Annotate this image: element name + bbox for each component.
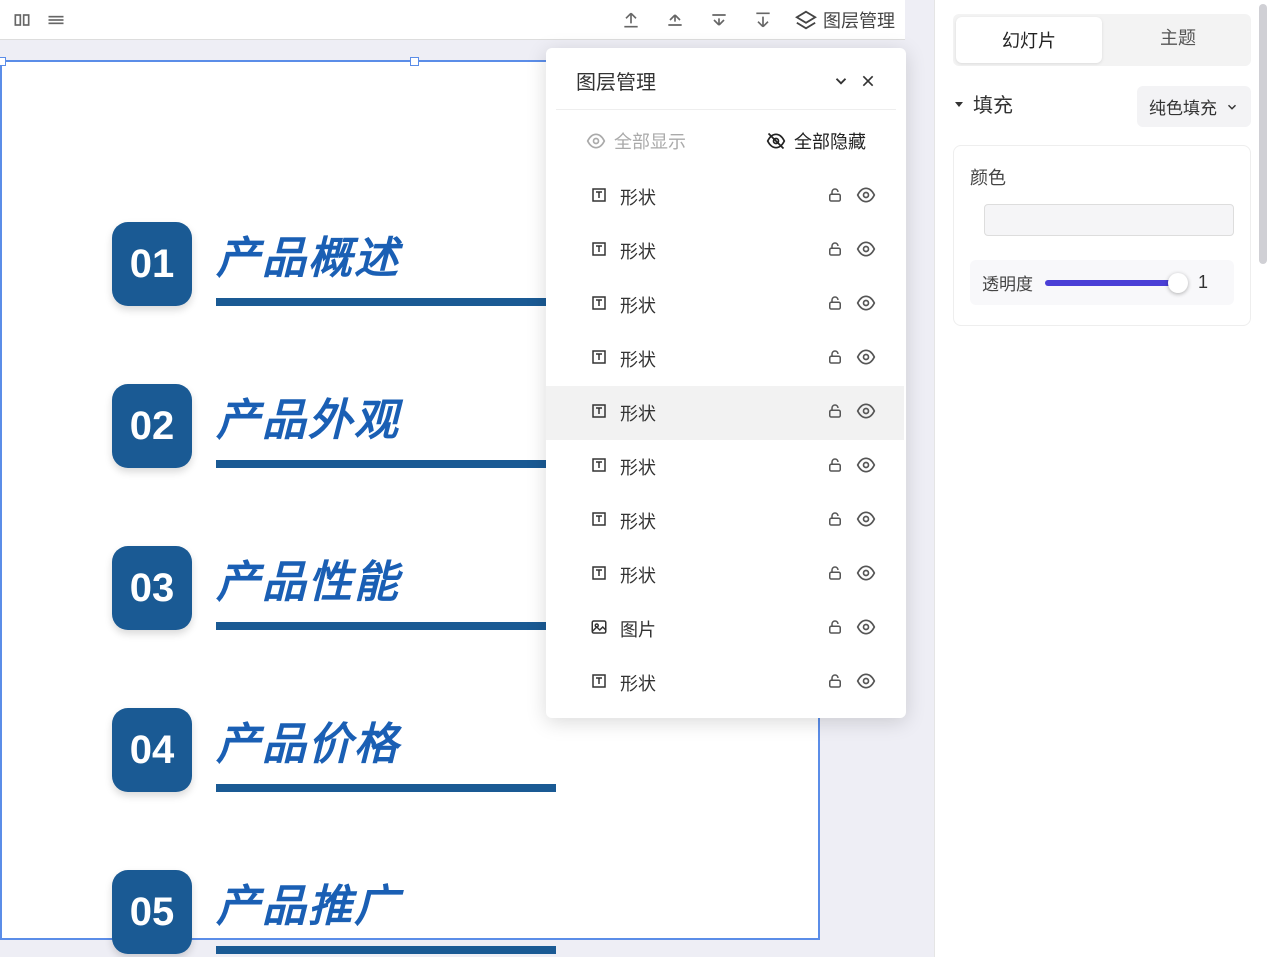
send-to-back-icon[interactable] [751, 8, 775, 32]
visibility-icon[interactable] [856, 455, 876, 480]
lock-icon[interactable] [826, 510, 844, 533]
image-icon [590, 618, 608, 641]
layer-row[interactable]: 形状 [546, 278, 904, 332]
show-all-label: 全部显示 [614, 128, 686, 154]
layer-label: 图片 [620, 616, 656, 642]
layer-list[interactable]: 形状 形状 形状 形状 [546, 170, 906, 710]
lock-icon[interactable] [826, 186, 844, 209]
visibility-icon[interactable] [856, 293, 876, 318]
lock-icon[interactable] [826, 294, 844, 317]
toc-title: 产品价格 [216, 708, 556, 772]
layer-management-label: 图层管理 [823, 7, 895, 33]
visibility-icon[interactable] [856, 401, 876, 426]
toc-title: 产品外观 [216, 384, 556, 448]
hide-all-label: 全部隐藏 [794, 128, 866, 154]
lock-icon[interactable] [826, 348, 844, 371]
shape-icon [590, 672, 608, 695]
close-icon[interactable] [860, 73, 876, 89]
visibility-icon[interactable] [856, 509, 876, 534]
toc-title: 产品性能 [216, 546, 556, 610]
layer-label: 形状 [620, 508, 656, 534]
toc-title: 产品概述 [216, 222, 556, 286]
toc-number: 01 [112, 222, 192, 306]
toc-underline [216, 946, 556, 954]
opacity-value: 1 [1198, 272, 1222, 293]
shape-icon [590, 510, 608, 533]
color-swatch[interactable] [984, 204, 1234, 236]
toc-underline [216, 460, 556, 468]
visibility-icon[interactable] [856, 671, 876, 696]
visibility-icon[interactable] [856, 617, 876, 642]
toc-item[interactable]: 05 产品推广 [112, 870, 818, 954]
layer-label: 形状 [620, 184, 656, 210]
visibility-icon[interactable] [856, 563, 876, 588]
shape-icon [590, 564, 608, 587]
toc-number: 04 [112, 708, 192, 792]
fill-section-title[interactable]: 填充 [953, 89, 1013, 118]
align-icon-1[interactable] [10, 8, 34, 32]
lock-icon[interactable] [826, 564, 844, 587]
bring-to-front-icon[interactable] [619, 8, 643, 32]
layer-management-button[interactable]: 图层管理 [795, 7, 895, 33]
shape-icon [590, 402, 608, 425]
toc-underline [216, 622, 556, 630]
shape-icon [590, 240, 608, 263]
toc-underline [216, 298, 556, 306]
visibility-icon[interactable] [856, 185, 876, 210]
opacity-slider-thumb[interactable] [1168, 273, 1188, 293]
layer-label: 形状 [620, 562, 656, 588]
toc-item[interactable]: 04 产品价格 [112, 708, 818, 792]
lock-icon[interactable] [826, 456, 844, 479]
shape-icon [590, 294, 608, 317]
layer-label: 形状 [620, 238, 656, 264]
tab-theme[interactable]: 主题 [1105, 14, 1251, 66]
fill-type-dropdown[interactable]: 纯色填充 [1137, 86, 1251, 127]
layer-label: 形状 [620, 346, 656, 372]
shape-icon [590, 348, 608, 371]
collapse-icon[interactable] [832, 72, 850, 90]
right-scrollbar[interactable] [1259, 4, 1267, 952]
opacity-slider[interactable] [1045, 280, 1186, 286]
bring-forward-icon[interactable] [663, 8, 687, 32]
layer-row[interactable]: 形状 [546, 224, 904, 278]
layer-label: 形状 [620, 454, 656, 480]
toc-number: 05 [112, 870, 192, 954]
lock-icon[interactable] [826, 402, 844, 425]
align-icon-2[interactable] [44, 8, 68, 32]
layer-row[interactable]: 图片 [546, 602, 904, 656]
layer-label: 形状 [620, 670, 656, 696]
toc-number: 02 [112, 384, 192, 468]
layer-row[interactable]: 形状 [546, 170, 904, 224]
layer-panel: 图层管理 全部显示 全部隐藏 形状 形状 [546, 48, 906, 718]
lock-icon[interactable] [826, 672, 844, 695]
toc-title: 产品推广 [216, 870, 556, 934]
show-all-button[interactable]: 全部显示 [546, 122, 726, 160]
color-label: 颜色 [970, 164, 1234, 190]
layer-row[interactable]: 形状 [546, 548, 904, 602]
layer-row[interactable]: 形状 [546, 494, 904, 548]
shape-icon [590, 456, 608, 479]
layer-row[interactable]: 形状 [546, 332, 904, 386]
top-toolbar: 图层管理 [0, 0, 905, 40]
opacity-label: 透明度 [982, 270, 1033, 295]
lock-icon[interactable] [826, 618, 844, 641]
toc-underline [216, 784, 556, 792]
layer-row[interactable]: 形状 [546, 656, 904, 710]
send-backward-icon[interactable] [707, 8, 731, 32]
sidebar-tabs: 幻灯片 主题 [953, 14, 1251, 66]
layer-panel-title: 图层管理 [576, 66, 656, 95]
tab-slide[interactable]: 幻灯片 [956, 17, 1102, 63]
shape-icon [590, 186, 608, 209]
layer-row[interactable]: 形状 [546, 440, 904, 494]
lock-icon[interactable] [826, 240, 844, 263]
layer-label: 形状 [620, 292, 656, 318]
layer-label: 形状 [620, 400, 656, 426]
toc-number: 03 [112, 546, 192, 630]
layer-row[interactable]: 形状 [546, 386, 904, 440]
visibility-icon[interactable] [856, 347, 876, 372]
visibility-icon[interactable] [856, 239, 876, 264]
right-sidebar: 幻灯片 主题 填充 纯色填充 颜色 透明度 1 [934, 0, 1269, 957]
hide-all-button[interactable]: 全部隐藏 [726, 122, 906, 160]
